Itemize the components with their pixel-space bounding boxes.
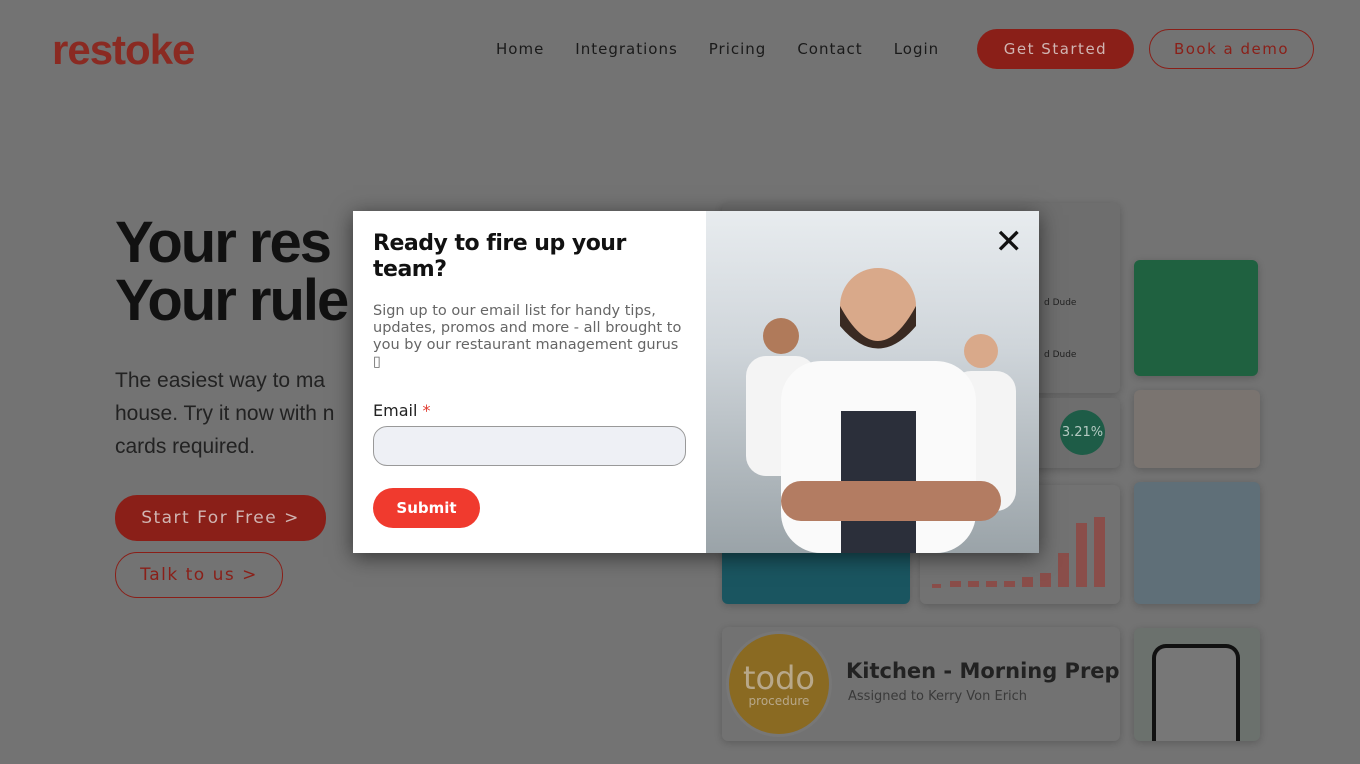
phone-card [1134, 628, 1260, 741]
get-started-button[interactable]: Get Started [977, 29, 1134, 69]
email-label-text: Email [373, 401, 418, 420]
subtitle-line: The easiest way to ma [115, 369, 326, 392]
task-title: Kitchen - Morning Prep [846, 659, 1120, 683]
start-free-button[interactable]: Start For Free > [115, 495, 326, 541]
subtitle-line: cards required. [115, 435, 256, 458]
nav-pricing[interactable]: Pricing [709, 40, 767, 58]
talk-to-us-button[interactable]: Talk to us > [115, 552, 283, 598]
list-row: d Dude [1044, 350, 1077, 360]
modal-title: Ready to fire up your team? [373, 231, 626, 282]
stat-badge: 3.21% [1060, 410, 1105, 455]
todo-badge: todo procedure [726, 631, 832, 737]
nav-integrations[interactable]: Integrations [575, 40, 677, 58]
photo-placeholder [1134, 390, 1260, 468]
signup-modal: Ready to fire up your team? Sign up to o… [353, 211, 1039, 553]
chef-team-photo: ✕ [706, 211, 1039, 553]
photo-woman [1134, 482, 1260, 604]
list-row: d Dude [1044, 298, 1077, 308]
submit-button[interactable]: Submit [373, 488, 480, 528]
phone-mockup [1152, 644, 1240, 741]
task-assignee: Assigned to Kerry Von Erich [848, 689, 1028, 704]
hero-subtitle: The easiest way to ma house. Try it now … [115, 364, 334, 463]
logo[interactable]: restoke [52, 26, 195, 74]
email-label: Email * [373, 401, 686, 420]
hero-title-line: Your rule [115, 268, 349, 333]
modal-form: Ready to fire up your team? Sign up to o… [353, 211, 706, 553]
nav-home[interactable]: Home [496, 40, 544, 58]
nav-login[interactable]: Login [894, 40, 939, 58]
chef-illustration [746, 268, 1016, 553]
book-demo-button[interactable]: Book a demo [1149, 29, 1314, 69]
photo-chef [1134, 260, 1258, 376]
hero-title: Your res Your rule [115, 210, 349, 333]
task-card: todo procedure Kitchen - Morning Prep As… [722, 627, 1120, 741]
email-input[interactable] [373, 426, 686, 466]
nav-contact[interactable]: Contact [797, 40, 862, 58]
subtitle-line: house. Try it now with n [115, 402, 335, 425]
todo-text: todo [742, 659, 815, 697]
modal-description: Sign up to our email list for handy tips… [373, 303, 682, 370]
hero-title-line: Your res [115, 210, 332, 275]
required-marker: * [422, 401, 431, 420]
close-icon[interactable]: ✕ [995, 225, 1024, 259]
main-nav: Home Integrations Pricing Contact Login [496, 40, 939, 58]
